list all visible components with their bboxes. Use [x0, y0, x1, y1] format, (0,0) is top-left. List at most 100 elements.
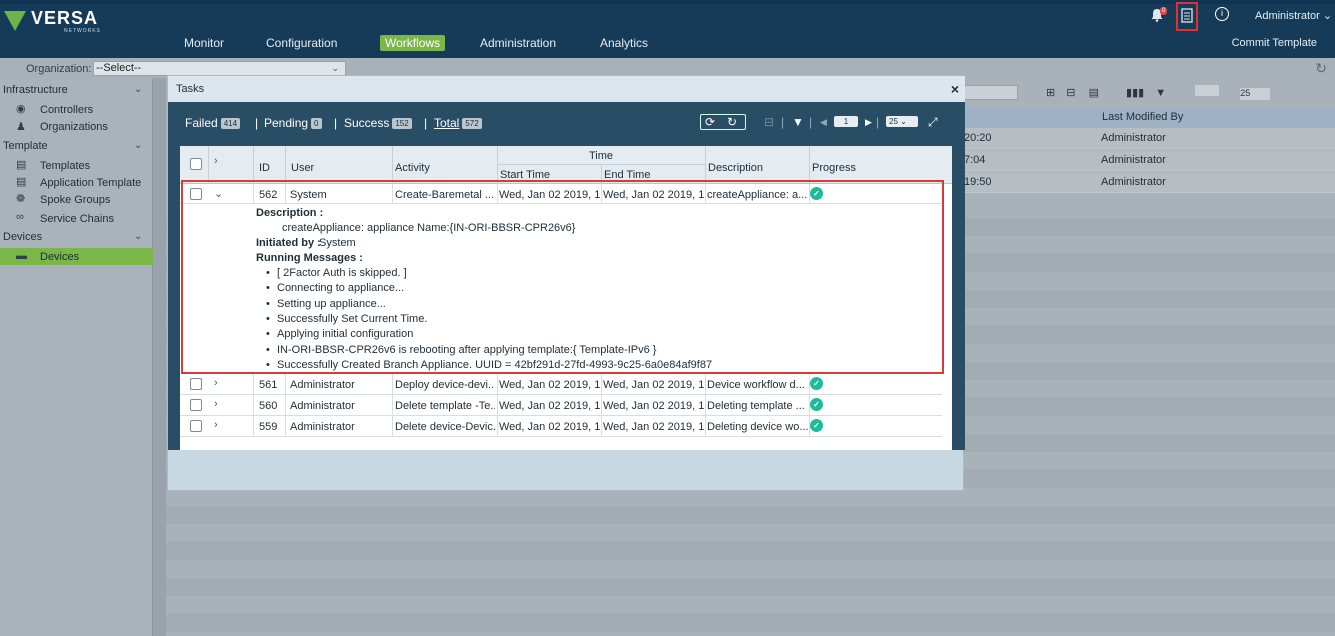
organization-select[interactable]: --Select-- ⌄	[93, 61, 346, 76]
column-description[interactable]: Description	[708, 162, 763, 174]
table-row[interactable]: › 559 Administrator Delete device-Devic.…	[180, 416, 942, 437]
cell-divider	[392, 184, 393, 205]
filter-icon[interactable]: ▼	[792, 115, 804, 129]
refresh-icon[interactable]: ↻	[727, 115, 737, 129]
organization-label: Organization:	[26, 63, 92, 75]
sidebar-item-service-chains[interactable]: Service Chains	[40, 213, 114, 225]
column-divider	[809, 146, 810, 184]
close-icon[interactable]: ×	[951, 81, 959, 97]
running-message: Applying initial configuration	[266, 328, 413, 340]
organization-select-value: --Select--	[96, 62, 142, 74]
column-activity[interactable]: Activity	[395, 162, 430, 174]
sidebar-section-infrastructure[interactable]: Infrastructure	[3, 84, 68, 96]
next-page-icon[interactable]: ▶	[865, 117, 872, 128]
cell-divider	[285, 416, 286, 437]
expand-icon[interactable]: ⤢	[928, 115, 938, 130]
table-header: › ID User Activity Time Start Time End T…	[180, 146, 952, 184]
success-filter[interactable]: Success 152	[344, 116, 412, 130]
previous-page-icon[interactable]: ◀	[820, 117, 827, 128]
remove-icon[interactable]: ⊟	[1066, 87, 1075, 99]
page-input[interactable]: 1	[834, 116, 858, 127]
row-checkbox[interactable]	[190, 420, 202, 432]
modal-body: Failed 414 | Pending 0 | Success 152 | Tota…	[168, 102, 965, 450]
columns-icon[interactable]: ▮▮▮	[1126, 87, 1144, 99]
nav-monitor[interactable]: Monitor	[184, 36, 224, 50]
column-end-time[interactable]: End Time	[604, 169, 650, 181]
select-all-checkbox[interactable]	[190, 158, 202, 170]
sidebar-item-devices[interactable]: Devices	[40, 251, 79, 263]
table-row[interactable]: › 561 Administrator Deploy device-devi..…	[180, 374, 942, 395]
auto-refresh-icon[interactable]: ⟳	[705, 115, 715, 129]
sidebar-item-templates[interactable]: Templates	[40, 160, 90, 172]
success-count-badge: 152	[392, 118, 412, 129]
cell-divider	[392, 374, 393, 395]
sidebar-section-template[interactable]: Template	[3, 140, 48, 152]
column-id[interactable]: ID	[259, 162, 270, 174]
page-size-select[interactable]: 25 ⌄	[886, 116, 918, 127]
tasks-button[interactable]	[1176, 2, 1198, 31]
sidebar-section-devices[interactable]: Devices	[3, 231, 42, 243]
running-message: [ 2Factor Auth is skipped. ]	[266, 267, 407, 279]
chevron-right-icon[interactable]: ›	[214, 398, 218, 410]
delete-icon[interactable]: ⊟	[764, 115, 774, 129]
add-icon[interactable]: ⊞	[1046, 87, 1055, 99]
cell-divider	[705, 416, 706, 437]
row-checkbox[interactable]	[190, 399, 202, 411]
column-time-group: Time	[589, 150, 614, 162]
total-filter[interactable]: Total 572	[434, 116, 482, 130]
time-cell: 19:50	[964, 176, 992, 188]
column-progress[interactable]: Progress	[812, 162, 856, 174]
id-cell: 562	[259, 189, 278, 201]
chevron-right-icon[interactable]: ›	[214, 419, 218, 431]
column-start-time[interactable]: Start Time	[500, 169, 550, 181]
column-user[interactable]: User	[291, 162, 314, 174]
controllers-icon: ◉	[16, 103, 26, 115]
user-menu[interactable]: Administrator ⌄	[1255, 9, 1332, 22]
background-search-input[interactable]	[958, 85, 1018, 100]
chevron-down-icon[interactable]: ⌄	[134, 84, 142, 95]
tasks-table: › ID User Activity Time Start Time End T…	[180, 146, 952, 450]
user-name: Administrator	[1255, 10, 1320, 22]
chevron-down-icon[interactable]: ⌄	[214, 187, 223, 200]
sidebar-item-spoke-groups[interactable]: Spoke Groups	[40, 194, 110, 206]
table-row[interactable]: 7:04 Administrator	[964, 150, 1335, 171]
pending-count-badge: 0	[311, 118, 322, 129]
sidebar-item-organizations[interactable]: Organizations	[40, 121, 108, 133]
info-icon[interactable]: i	[1215, 7, 1229, 21]
failed-count-badge: 414	[220, 118, 241, 129]
sidebar-item-controllers[interactable]: Controllers	[40, 104, 93, 116]
nav-configuration[interactable]: Configuration	[266, 36, 337, 50]
versa-logo[interactable]: VERSA NETWORKS	[4, 8, 124, 34]
chevron-right-icon[interactable]: ›	[214, 155, 218, 167]
refresh-icon[interactable]: ↻	[1315, 60, 1327, 77]
nav-analytics[interactable]: Analytics	[600, 36, 648, 50]
table-row[interactable]: 19:50 Administrator	[964, 172, 1335, 193]
chevron-down-icon[interactable]: ⌄	[134, 231, 142, 242]
row-checkbox[interactable]	[190, 378, 202, 390]
sidebar-item-application-template[interactable]: Application Template	[40, 177, 141, 189]
organizations-icon: ♟	[16, 121, 26, 133]
page-size-select[interactable]: 25	[1240, 88, 1271, 100]
detail-messages-label: Running Messages :	[256, 252, 363, 264]
cell-divider	[601, 374, 602, 395]
start-time-cell: Wed, Jan 02 2019, 1...	[499, 400, 600, 412]
success-check-icon: ✓	[810, 187, 823, 200]
copy-icon[interactable]: ▤	[1089, 87, 1099, 99]
failed-filter[interactable]: Failed 414	[185, 116, 241, 130]
pending-filter[interactable]: Pending 0	[264, 116, 322, 130]
commit-template-button[interactable]: Commit Template	[1232, 37, 1317, 49]
nav-administration[interactable]: Administration	[480, 36, 556, 50]
chevron-down-icon[interactable]: ⌄	[134, 140, 142, 151]
table-row[interactable]: › 560 Administrator Delete template -Te.…	[180, 395, 942, 416]
last-modified-by-header[interactable]: Last Modified By	[1102, 111, 1183, 123]
chevron-right-icon[interactable]: ›	[214, 377, 218, 389]
table-row[interactable]: 20:20 Administrator	[964, 128, 1335, 149]
filter-icon[interactable]: ▼	[1155, 87, 1166, 99]
success-label: Success	[344, 116, 390, 130]
row-checkbox[interactable]	[190, 188, 202, 200]
cell-divider	[392, 395, 393, 416]
nav-workflows[interactable]: Workflows	[380, 35, 446, 51]
stat-separator: |	[255, 116, 259, 130]
page-input[interactable]	[1195, 85, 1220, 96]
table-row-expanded[interactable]: ⌄ 562 System Create-Baremetal ... Wed, J…	[180, 184, 942, 205]
